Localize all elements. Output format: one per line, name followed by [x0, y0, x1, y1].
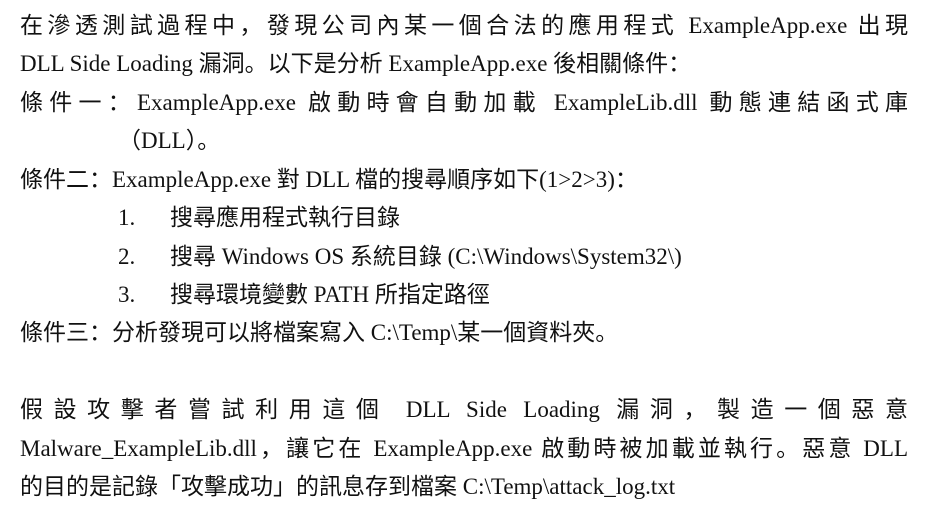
intro-line-1: 在滲透測試過程中，發現公司內某一個合法的應用程式 ExampleApp.exe …: [20, 13, 908, 38]
document-page: 在滲透測試過程中，發現公司內某一個合法的應用程式 ExampleApp.exe …: [0, 0, 926, 519]
search-order-text: 搜尋應用程式執行目錄: [170, 205, 400, 230]
search-order-item: 1. 搜尋應用程式執行目錄: [118, 203, 908, 233]
intro-line-2: DLL Side Loading 漏洞。以下是分析 ExampleApp.exe…: [20, 51, 692, 76]
condition-2: 條件二：ExampleApp.exe 對 DLL 檔的搜尋順序如下(1>2>3)…: [20, 167, 638, 192]
search-order-item: 2. 搜尋 Windows OS 系統目錄 (C:\Windows\System3…: [118, 242, 908, 272]
scenario-line-2: Malware_ExampleLib.dll，讓它在 ExampleApp.ex…: [20, 436, 908, 461]
condition-3: 條件三：分析發現可以將檔案寫入 C:\Temp\某一個資料夾。: [20, 320, 619, 345]
condition-1-line-1: 條件一：ExampleApp.exe 啟動時會自動加載 ExampleLib.d…: [20, 90, 908, 115]
scenario-line-3: 的目的是記錄「攻擊成功」的訊息存到檔案 C:\Temp\attack_log.t…: [20, 474, 676, 499]
search-order-number: 1.: [118, 205, 136, 230]
search-order-item: 3. 搜尋環境變數 PATH 所指定路徑: [118, 280, 908, 310]
scenario-line-1: 假設攻擊者嘗試利用這個 DLL Side Loading 漏洞，製造一個惡意: [20, 397, 908, 422]
condition-1-line-2: （DLL）。: [118, 128, 221, 153]
search-order-text: 搜尋 Windows OS 系統目錄 (C:\Windows\System32\…: [170, 244, 682, 269]
search-order-number: 3.: [118, 282, 136, 307]
search-order-number: 2.: [118, 244, 136, 269]
search-order-text: 搜尋環境變數 PATH 所指定路徑: [170, 282, 490, 307]
